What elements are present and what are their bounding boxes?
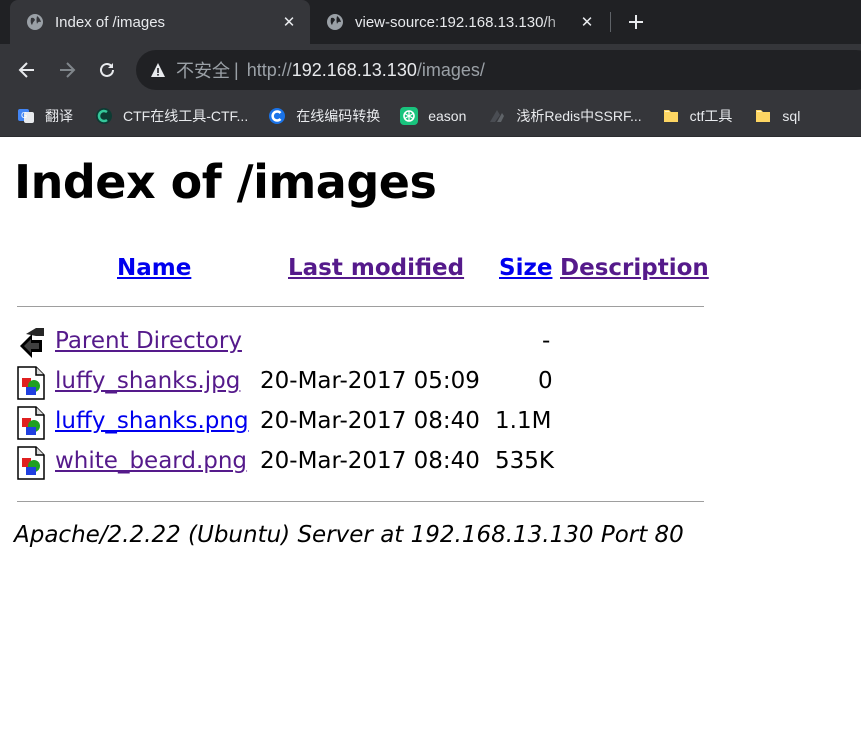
browser-toolbar: 不安全 | http://192.168.13.130/images/ xyxy=(0,44,861,96)
last-modified: 20-Mar-2017 08:40 xyxy=(260,448,480,474)
folder-icon xyxy=(756,110,771,122)
bookmark-folder-ctf[interactable]: ctf工具 xyxy=(652,102,743,130)
sort-by-name-link[interactable]: Name xyxy=(117,255,191,281)
server-signature: Apache/2.2.22 (Ubuntu) Server at 192.168… xyxy=(14,522,684,548)
bookmark-redis-ssrf[interactable]: 浅析Redis中SSRF... xyxy=(476,102,651,130)
encode-icon xyxy=(269,108,286,124)
sort-by-description-link[interactable]: Description xyxy=(560,255,709,281)
bookmark-label: CTF在线工具-CTF... xyxy=(123,108,249,124)
file-link[interactable]: white_beard.png xyxy=(55,448,247,474)
tab-strip: Index of /images ✕ view-source:192.168.1… xyxy=(0,0,861,44)
tab-close-icon[interactable]: ✕ xyxy=(278,11,300,33)
image-file-icon xyxy=(17,446,45,480)
globe-icon xyxy=(327,14,343,30)
image-file-icon xyxy=(17,366,45,400)
warning-icon[interactable] xyxy=(150,62,166,78)
article-icon xyxy=(490,110,505,122)
security-label[interactable]: 不安全 xyxy=(176,57,230,83)
divider: | xyxy=(234,59,239,80)
tab-close-icon[interactable]: ✕ xyxy=(576,11,598,33)
url-host: 192.168.13.130 xyxy=(291,59,417,80)
bookmark-label: 浅析Redis中SSRF... xyxy=(516,108,642,124)
tab-index-of-images[interactable]: Index of /images ✕ xyxy=(10,0,310,44)
bookmark-label: sql xyxy=(782,108,801,124)
url-scheme: http:// xyxy=(246,59,292,80)
bookmark-label: 翻译 xyxy=(45,108,73,124)
sort-by-size-link[interactable]: Size xyxy=(499,255,552,281)
reload-icon[interactable] xyxy=(93,56,121,84)
address-bar[interactable]: 不安全 | http://192.168.13.130/images/ xyxy=(136,50,861,90)
forward-arrow-icon[interactable] xyxy=(53,56,81,84)
tab-separator xyxy=(610,12,611,32)
last-modified: 20-Mar-2017 08:40 xyxy=(260,408,480,434)
file-size: 1.1M xyxy=(495,408,552,434)
bookmark-eason[interactable]: eason xyxy=(390,102,476,130)
tab-view-source[interactable]: view-source:192.168.13.130/h ✕ xyxy=(312,0,608,44)
file-size: - xyxy=(542,328,551,354)
openai-icon xyxy=(400,107,419,125)
bookmark-label: eason xyxy=(428,108,467,124)
bookmark-folder-sql[interactable]: sql xyxy=(742,102,810,130)
translate-icon: G xyxy=(18,109,34,123)
bookmark-encode[interactable]: 在线编码转换 xyxy=(258,102,390,130)
tab-title: view-source:192.168.13.130/h xyxy=(355,13,556,31)
header-divider xyxy=(17,306,704,307)
bookmark-label: 在线编码转换 xyxy=(296,108,381,124)
file-size: 0 xyxy=(538,368,553,394)
bookmark-label: ctf工具 xyxy=(689,108,733,124)
new-tab-icon[interactable] xyxy=(622,8,650,36)
folder-icon xyxy=(663,110,678,122)
url-path: /images/ xyxy=(416,59,485,80)
page-title: Index of /images xyxy=(14,155,437,209)
file-link[interactable]: luffy_shanks.png xyxy=(55,408,249,434)
last-modified: 20-Mar-2017 05:09 xyxy=(260,368,480,394)
file-link[interactable]: luffy_shanks.jpg xyxy=(55,368,240,394)
bookmarks-bar: G 翻译 CTF在线工具-CTF... 在线编码转换 eason 浅析Redis… xyxy=(0,96,861,137)
tab-title: Index of /images xyxy=(55,13,166,31)
image-file-icon xyxy=(17,406,45,440)
back-arrow-icon xyxy=(20,328,44,358)
bookmark-translate[interactable]: G 翻译 xyxy=(0,102,83,130)
file-size: 535K xyxy=(495,448,554,474)
parent-directory-link[interactable]: Parent Directory xyxy=(55,328,242,354)
svg-text:G: G xyxy=(21,111,27,120)
globe-icon xyxy=(27,14,43,30)
back-arrow-icon[interactable] xyxy=(13,56,41,84)
sort-by-last-modified-link[interactable]: Last modified xyxy=(288,255,464,281)
ctf-tools-icon xyxy=(96,108,112,124)
footer-divider xyxy=(17,501,704,502)
bookmark-ctf-tools[interactable]: CTF在线工具-CTF... xyxy=(83,102,258,130)
